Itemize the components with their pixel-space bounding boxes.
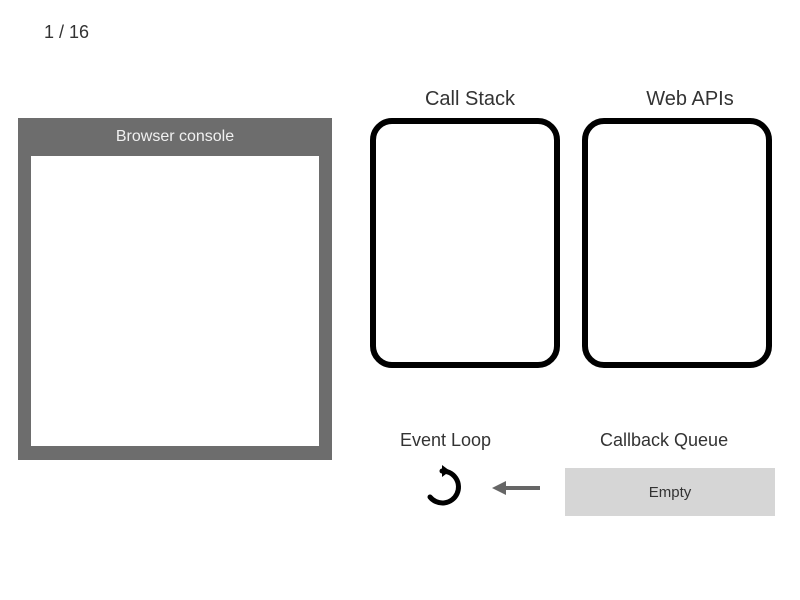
web-apis-box — [582, 118, 772, 368]
callback-queue-label: Callback Queue — [600, 430, 728, 451]
event-loop-label: Event Loop — [400, 430, 491, 451]
loop-icon — [420, 465, 464, 509]
console-output-area — [31, 156, 319, 446]
callback-queue-status: Empty — [649, 484, 692, 501]
callback-queue-box: Empty — [565, 468, 775, 516]
page-counter: 1 / 16 — [44, 22, 89, 43]
browser-console-panel: Browser console — [18, 118, 332, 460]
arrow-left-icon — [492, 478, 542, 498]
call-stack-box — [370, 118, 560, 368]
call-stack-label: Call Stack — [395, 88, 545, 111]
web-apis-label: Web APIs — [615, 88, 765, 111]
console-title: Browser console — [18, 118, 332, 156]
